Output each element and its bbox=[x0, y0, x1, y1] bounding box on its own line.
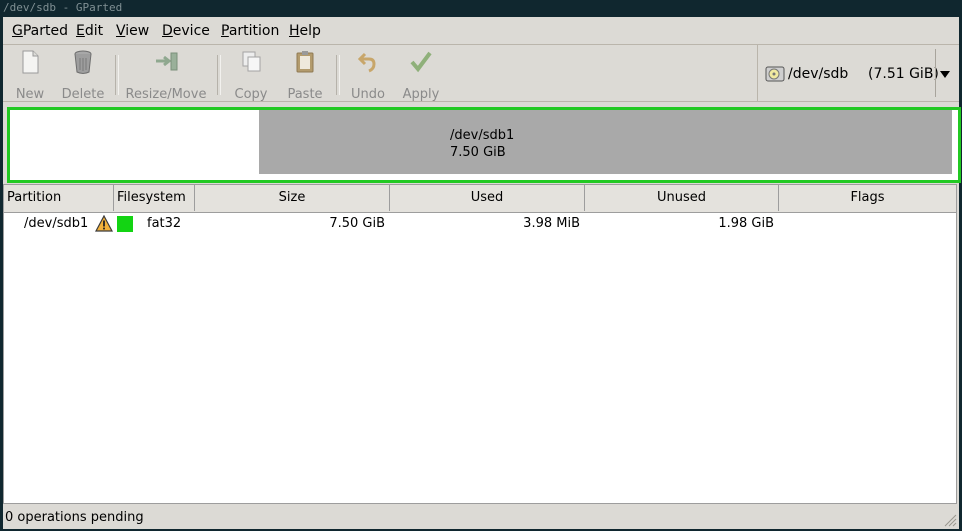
table-header: Partition Filesystem Size Used Unused Fl… bbox=[4, 185, 956, 213]
paste-button[interactable]: Paste bbox=[283, 49, 327, 102]
menu-gparted[interactable]: GParted bbox=[12, 23, 68, 39]
device-name: /dev/sdb bbox=[788, 66, 849, 82]
disk-map: /dev/sdb1 7.50 GiB bbox=[7, 107, 961, 183]
disk-map-free-space bbox=[10, 110, 259, 174]
header-size[interactable]: Size bbox=[195, 185, 390, 211]
table-row[interactable]: /dev/sdb1 fat32 7.50 GiB 3.98 MiB 1.98 G… bbox=[4, 213, 956, 235]
new-document-icon bbox=[18, 49, 42, 75]
copy-button[interactable]: Copy bbox=[230, 49, 272, 102]
menu-help[interactable]: Help bbox=[289, 23, 321, 39]
header-used[interactable]: Used bbox=[390, 185, 585, 211]
disk-map-partition-name: /dev/sdb1 bbox=[450, 128, 515, 143]
toolbar: New Delete Resize/Move Copy Paste Undo A… bbox=[3, 45, 758, 102]
copy-icon bbox=[239, 49, 263, 75]
toolbar-separator bbox=[115, 55, 119, 95]
trash-icon bbox=[71, 49, 95, 75]
resize-grip-icon[interactable] bbox=[941, 511, 957, 527]
header-flags[interactable]: Flags bbox=[779, 185, 956, 211]
cell-used: 3.98 MiB bbox=[523, 216, 580, 231]
menu-device[interactable]: Device bbox=[162, 23, 210, 39]
statusbar: 0 operations pending bbox=[3, 505, 959, 529]
toolbar-separator bbox=[336, 55, 340, 95]
delete-button[interactable]: Delete bbox=[59, 49, 107, 102]
menu-partition[interactable]: Partition bbox=[221, 23, 279, 39]
combo-divider bbox=[935, 49, 936, 97]
menubar: GParted Edit View Device Partition Help bbox=[3, 17, 959, 45]
cell-unused: 1.98 GiB bbox=[718, 216, 774, 231]
status-text: 0 operations pending bbox=[5, 510, 144, 525]
disk-map-partition[interactable] bbox=[259, 110, 952, 174]
harddisk-icon bbox=[765, 65, 785, 83]
resize-move-button[interactable]: Resize/Move bbox=[124, 49, 208, 102]
gparted-window: GParted Edit View Device Partition Help … bbox=[3, 17, 961, 529]
window-title: /dev/sdb - GParted bbox=[0, 0, 962, 17]
menu-view[interactable]: View bbox=[116, 23, 149, 39]
cell-partition: /dev/sdb1 bbox=[24, 216, 89, 231]
filesystem-color-swatch bbox=[117, 216, 133, 232]
undo-icon bbox=[356, 49, 380, 75]
menu-edit[interactable]: Edit bbox=[76, 23, 103, 39]
warning-icon bbox=[95, 214, 113, 232]
header-partition[interactable]: Partition bbox=[4, 185, 114, 211]
resize-move-icon bbox=[154, 49, 178, 75]
chevron-down-icon bbox=[940, 71, 950, 78]
paste-icon bbox=[293, 49, 317, 75]
cell-size: 7.50 GiB bbox=[329, 216, 385, 231]
toolbar-separator bbox=[217, 55, 221, 95]
device-selector[interactable]: /dev/sdb (7.51 GiB) bbox=[757, 45, 959, 102]
header-unused[interactable]: Unused bbox=[585, 185, 779, 211]
header-filesystem[interactable]: Filesystem bbox=[114, 185, 195, 211]
cell-filesystem: fat32 bbox=[147, 216, 182, 231]
disk-map-partition-size: 7.50 GiB bbox=[450, 145, 506, 160]
partition-table: Partition Filesystem Size Used Unused Fl… bbox=[3, 184, 957, 504]
checkmark-icon bbox=[409, 49, 433, 75]
undo-button[interactable]: Undo bbox=[348, 49, 388, 102]
new-button[interactable]: New bbox=[11, 49, 49, 102]
apply-button[interactable]: Apply bbox=[399, 49, 443, 102]
device-size: (7.51 GiB) bbox=[868, 66, 939, 82]
